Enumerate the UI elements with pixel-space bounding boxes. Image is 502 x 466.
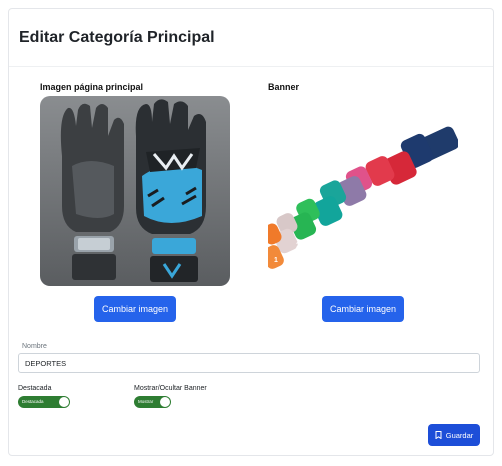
- card-header: Editar Categoría Principal: [9, 9, 493, 67]
- svg-text:4: 4: [348, 212, 354, 223]
- nombre-label: Nombre: [22, 343, 47, 350]
- destacada-toggle-text: Destacada: [22, 399, 44, 404]
- change-main-image-button[interactable]: Cambiar imagen: [94, 296, 176, 322]
- toggle-knob: [59, 397, 69, 407]
- banner-label: Banner: [268, 82, 300, 92]
- dumbbells-image: 8 6 5 4 3 2 1: [268, 96, 458, 286]
- svg-text:6: 6: [402, 184, 408, 195]
- page-title: Editar Categoría Principal: [19, 29, 215, 46]
- main-image-preview: [40, 96, 230, 286]
- change-banner-button[interactable]: Cambiar imagen: [322, 296, 404, 322]
- banner-image-preview: 8 6 5 4 3 2 1: [268, 96, 458, 286]
- svg-text:1: 1: [274, 257, 278, 264]
- mostrar-banner-label: Mostrar/Ocultar Banner: [134, 385, 207, 392]
- main-image-label: Imagen página principal: [40, 82, 144, 92]
- nombre-input[interactable]: [18, 353, 480, 373]
- destacada-toggle[interactable]: Destacada: [18, 396, 70, 408]
- mostrar-banner-toggle[interactable]: Mostrar: [134, 396, 171, 408]
- svg-text:3: 3: [326, 228, 331, 238]
- svg-text:5: 5: [374, 200, 380, 211]
- svg-text:8: 8: [428, 171, 435, 185]
- bookmark-icon: [435, 431, 442, 439]
- goalkeeper-gloves-image: [40, 96, 230, 286]
- toggle-knob: [160, 397, 170, 407]
- save-button-label: Guardar: [445, 430, 474, 440]
- destacada-label: Destacada: [18, 385, 52, 392]
- svg-text:2: 2: [296, 241, 301, 250]
- mostrar-banner-toggle-text: Mostrar: [138, 399, 154, 404]
- save-button[interactable]: Guardar: [428, 424, 480, 446]
